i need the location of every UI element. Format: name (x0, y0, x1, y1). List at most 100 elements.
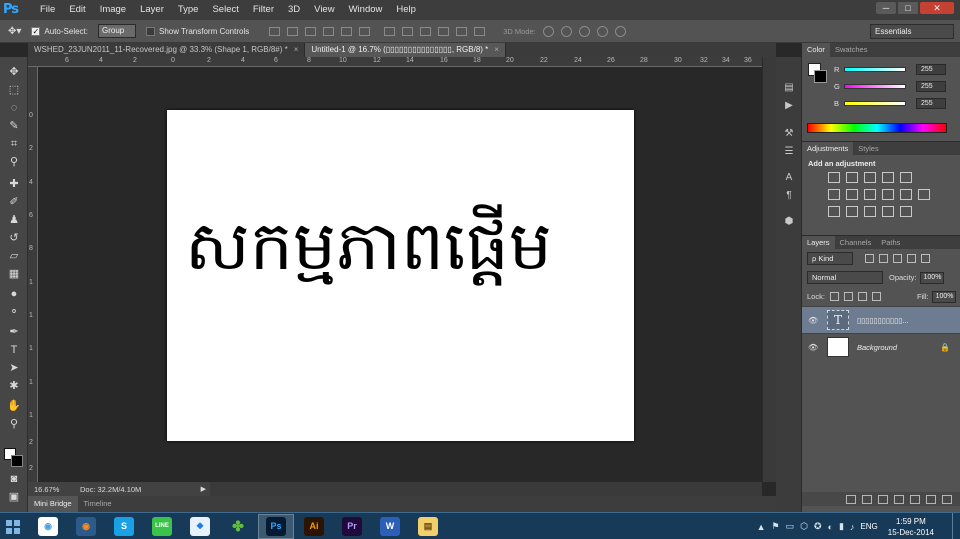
character-panel-icon[interactable]: A (782, 171, 796, 184)
taskbar-line[interactable]: LINE (144, 514, 180, 539)
new-group-icon[interactable] (910, 494, 920, 504)
new-adjustment-layer-icon[interactable] (894, 494, 904, 504)
eyedropper-tool-icon[interactable]: ⚲ (6, 155, 22, 170)
distribute-middle-icon[interactable] (402, 26, 414, 36)
menu-view[interactable]: View (307, 0, 341, 20)
distribute-left-icon[interactable] (438, 26, 450, 36)
actions-panel-icon[interactable]: ▶ (782, 99, 796, 112)
close-icon[interactable]: × (494, 45, 499, 54)
selective-color-icon[interactable] (900, 206, 912, 217)
opacity-field[interactable]: 100% (919, 271, 944, 284)
taskbar-explorer[interactable]: ▤ (410, 514, 446, 539)
taskbar-photoshop[interactable]: Ps (258, 513, 294, 539)
channel-mixer-icon[interactable] (900, 189, 912, 200)
visibility-eye-icon[interactable]: 👁 (808, 343, 822, 352)
align-right-icon[interactable] (359, 26, 371, 36)
distribute-right-icon[interactable] (474, 26, 486, 36)
color-spectrum-bar[interactable] (807, 123, 947, 133)
layer-kind-filter[interactable]: ρ Kind (807, 252, 853, 265)
tab-untitled-1[interactable]: Untitled-1 @ 16.7% (▯▯▯▯▯▯▯▯▯▯▯▯▯▯▯, RGB… (305, 43, 506, 57)
menu-file[interactable]: File (33, 0, 62, 20)
hue-saturation-icon[interactable] (828, 189, 840, 200)
security-icon[interactable]: ✪ (814, 521, 822, 532)
layer-mask-icon[interactable] (878, 494, 888, 504)
filter-pixel-icon[interactable] (865, 254, 874, 263)
posterize-icon[interactable] (846, 206, 858, 217)
brush-panel-icon[interactable]: ☰ (782, 145, 796, 158)
green-slider[interactable] (844, 83, 906, 89)
dodge-tool-icon[interactable]: ⚬ (6, 305, 22, 320)
visibility-eye-icon[interactable]: 👁 (808, 316, 822, 325)
taskbar-firefox[interactable]: ◉ (68, 514, 104, 539)
background-color-swatch[interactable] (11, 455, 23, 467)
close-icon[interactable]: × (294, 45, 299, 54)
blend-mode-dropdown[interactable]: Normal (807, 271, 883, 284)
tool-presets-icon[interactable]: ⚒ (782, 127, 796, 140)
system-clock[interactable]: 1:59 PM 15-Dec-2014 (888, 516, 934, 538)
blur-tool-icon[interactable]: ● (6, 287, 22, 302)
show-hidden-icons-icon[interactable]: ▲ (757, 522, 766, 532)
history-brush-tool-icon[interactable]: ↺ (6, 231, 22, 246)
clone-stamp-tool-icon[interactable]: ♟ (6, 213, 22, 228)
tab-adjustments[interactable]: Adjustments (802, 142, 854, 155)
pen-tool-icon[interactable]: ✒ (6, 325, 22, 340)
quick-mask-icon[interactable]: ◙ (6, 472, 22, 487)
brush-tool-icon[interactable]: ✐ (6, 195, 22, 210)
exposure-icon[interactable] (882, 172, 894, 183)
link-layers-icon[interactable] (846, 494, 856, 504)
tab-swatches[interactable]: Swatches (830, 43, 873, 57)
taskbar-premiere[interactable]: Pr (334, 514, 370, 539)
filter-smart-object-icon[interactable] (921, 254, 930, 263)
canvas-workspace[interactable]: សកម្មភាពផ្ដើម (38, 67, 762, 482)
3d-rotate-icon[interactable] (542, 25, 554, 37)
status-menu-arrow-icon[interactable]: ▶ (201, 485, 206, 493)
color-balance-icon[interactable] (846, 189, 858, 200)
distribute-top-icon[interactable] (384, 26, 396, 36)
workspace-switcher[interactable]: Essentials (870, 24, 954, 39)
menu-help[interactable]: Help (389, 0, 423, 20)
eraser-tool-icon[interactable]: ▱ (6, 249, 22, 264)
taskbar-chrome[interactable]: ◉ (30, 514, 66, 539)
green-value-field[interactable]: 255 (916, 80, 946, 92)
paragraph-panel-icon[interactable]: ¶ (782, 189, 796, 202)
tab-layers[interactable]: Layers (802, 236, 835, 249)
levels-icon[interactable] (846, 172, 858, 183)
vibrance-icon[interactable] (900, 172, 912, 183)
fill-field[interactable]: 100% (931, 290, 956, 303)
3d-drag-icon[interactable] (578, 25, 590, 37)
menu-window[interactable]: Window (342, 0, 390, 20)
shape-tool-icon[interactable]: ✱ (6, 379, 22, 394)
3d-slide-icon[interactable] (596, 25, 608, 37)
volume-icon[interactable]: ♪ (850, 522, 855, 532)
action-center-flag-icon[interactable]: ⚑ (772, 521, 780, 532)
filter-adjustment-icon[interactable] (879, 254, 888, 263)
screen-mode-icon[interactable]: ▣ (6, 490, 22, 505)
healing-brush-tool-icon[interactable]: ✚ (6, 177, 22, 192)
zoom-level[interactable]: 16.67% (28, 485, 59, 494)
delete-layer-icon[interactable] (942, 494, 952, 504)
curves-icon[interactable] (864, 172, 876, 183)
menu-edit[interactable]: Edit (62, 0, 92, 20)
hand-tool-icon[interactable]: ✋ (6, 399, 22, 414)
red-value-field[interactable]: 255 (916, 63, 946, 75)
tab-timeline[interactable]: Timeline (78, 496, 118, 512)
move-tool-preset-icon[interactable]: ✥▾ (8, 26, 21, 37)
maximize-button[interactable]: □ (898, 2, 918, 14)
layer-item-text[interactable]: 👁 T ▯▯▯▯▯▯▯▯▯▯▯... (802, 306, 960, 333)
3d-panel-icon[interactable]: ⬢ (782, 215, 796, 228)
show-desktop-button[interactable] (952, 513, 960, 539)
taskbar-word[interactable]: W (372, 514, 408, 539)
distribute-bottom-icon[interactable] (420, 26, 432, 36)
layer-name[interactable]: Background (857, 343, 897, 352)
marquee-tool-icon[interactable]: ⬚ (6, 83, 22, 98)
new-layer-icon[interactable] (926, 494, 936, 504)
taskbar-skype[interactable]: S (106, 514, 142, 539)
gradient-tool-icon[interactable]: ▦ (6, 267, 22, 282)
red-slider[interactable] (844, 66, 906, 72)
move-tool-icon[interactable]: ✥ (6, 65, 22, 80)
auto-select-checkbox[interactable]: ✓ (31, 26, 41, 36)
history-panel-icon[interactable]: ▤ (782, 81, 796, 94)
show-transform-checkbox[interactable] (145, 26, 155, 36)
layer-name[interactable]: ▯▯▯▯▯▯▯▯▯▯▯... (857, 316, 909, 325)
quick-select-tool-icon[interactable]: ✎ (6, 119, 22, 134)
